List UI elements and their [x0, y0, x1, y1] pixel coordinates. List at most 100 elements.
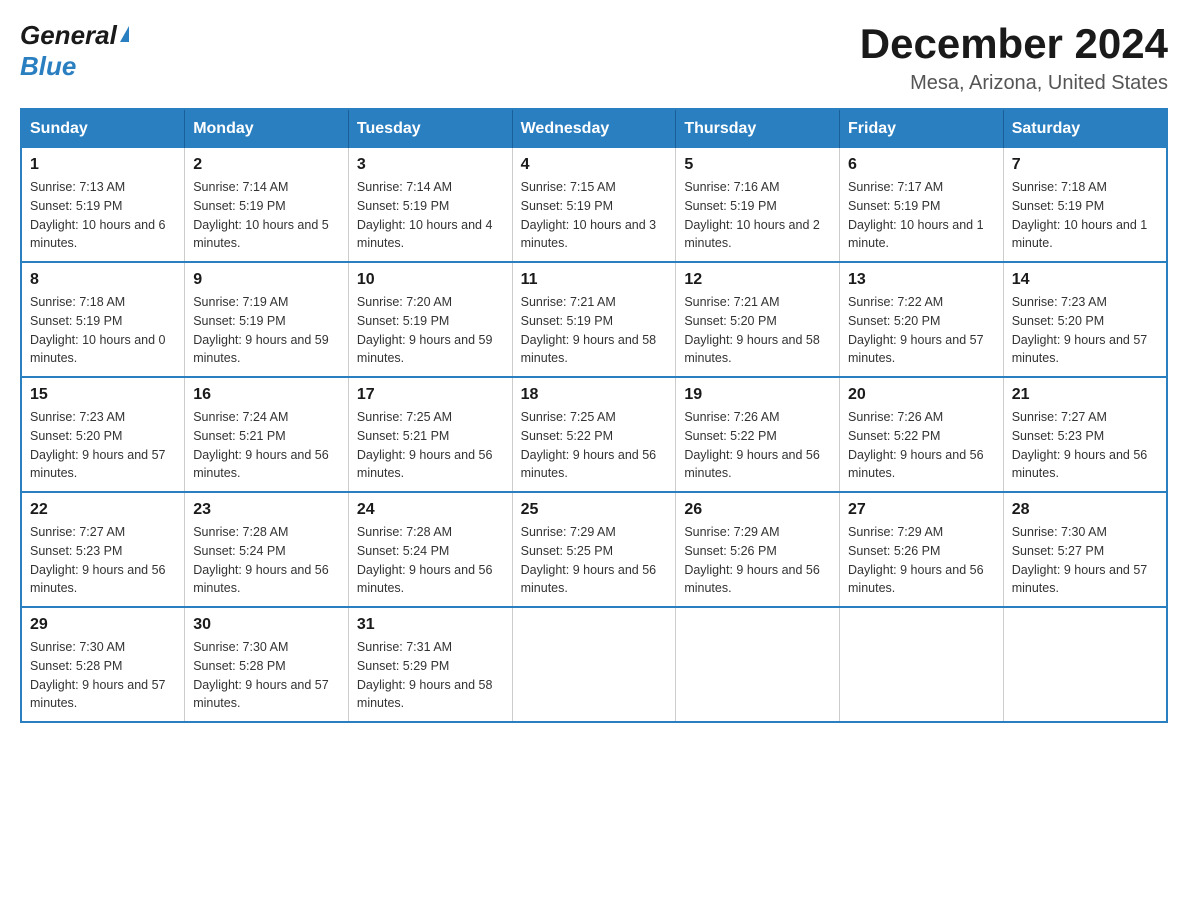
- day-info: Sunrise: 7:26 AMSunset: 5:22 PMDaylight:…: [684, 408, 831, 483]
- page-header: General Blue December 2024 Mesa, Arizona…: [20, 20, 1168, 98]
- day-number: 1: [30, 156, 176, 174]
- calendar-title-area: December 2024 Mesa, Arizona, United Stat…: [860, 20, 1168, 95]
- calendar-week-row: 29Sunrise: 7:30 AMSunset: 5:28 PMDayligh…: [21, 607, 1167, 722]
- column-header-friday: Friday: [840, 109, 1004, 148]
- column-header-thursday: Thursday: [676, 109, 840, 148]
- calendar-day-cell: [840, 607, 1004, 722]
- day-number: 11: [521, 271, 668, 289]
- day-number: 28: [1012, 501, 1158, 519]
- column-header-monday: Monday: [185, 109, 349, 148]
- column-header-sunday: Sunday: [21, 109, 185, 148]
- calendar-day-cell: [676, 607, 840, 722]
- day-number: 21: [1012, 386, 1158, 404]
- calendar-day-cell: 16 Sunrise: 7:24 AMSunset: 5:21 PMDayligh…: [185, 377, 349, 492]
- calendar-day-cell: 18 Sunrise: 7:25 AMSunset: 5:22 PMDayligh…: [512, 377, 676, 492]
- day-number: 16: [193, 386, 340, 404]
- calendar-day-cell: 1 Sunrise: 7:13 AMSunset: 5:19 PMDaylight…: [21, 148, 185, 262]
- day-number: 18: [521, 386, 668, 404]
- calendar-day-cell: 13Sunrise: 7:22 AMSunset: 5:20 PMDayligh…: [840, 262, 1004, 377]
- day-info: Sunrise: 7:31 AMSunset: 5:29 PMDaylight:…: [357, 638, 504, 713]
- calendar-week-row: 15 Sunrise: 7:23 AMSunset: 5:20 PMDayligh…: [21, 377, 1167, 492]
- day-info: Sunrise: 7:23 AMSunset: 5:20 PMDaylight:…: [1012, 293, 1158, 368]
- day-number: 20: [848, 386, 995, 404]
- day-info: Sunrise: 7:28 AMSunset: 5:24 PMDaylight:…: [193, 523, 340, 598]
- calendar-day-cell: 22 Sunrise: 7:27 AMSunset: 5:23 PMDayligh…: [21, 492, 185, 607]
- day-number: 3: [357, 156, 504, 174]
- day-info: Sunrise: 7:30 AMSunset: 5:27 PMDaylight:…: [1012, 523, 1158, 598]
- logo-general-text: General: [20, 20, 117, 51]
- calendar-day-cell: 23 Sunrise: 7:28 AMSunset: 5:24 PMDayligh…: [185, 492, 349, 607]
- logo-blue-text: Blue: [20, 51, 76, 81]
- calendar-day-cell: 24 Sunrise: 7:28 AMSunset: 5:24 PMDayligh…: [348, 492, 512, 607]
- day-number: 23: [193, 501, 340, 519]
- day-number: 2: [193, 156, 340, 174]
- calendar-day-cell: 26 Sunrise: 7:29 AMSunset: 5:26 PMDayligh…: [676, 492, 840, 607]
- day-number: 7: [1012, 156, 1158, 174]
- day-info: Sunrise: 7:29 AMSunset: 5:26 PMDaylight:…: [848, 523, 995, 598]
- calendar-day-cell: 4 Sunrise: 7:15 AMSunset: 5:19 PMDaylight…: [512, 148, 676, 262]
- day-info: Sunrise: 7:30 AMSunset: 5:28 PMDaylight:…: [30, 638, 176, 713]
- calendar-day-cell: 19 Sunrise: 7:26 AMSunset: 5:22 PMDayligh…: [676, 377, 840, 492]
- calendar-title: December 2024: [860, 20, 1168, 68]
- day-info: Sunrise: 7:27 AMSunset: 5:23 PMDaylight:…: [30, 523, 176, 598]
- day-info: Sunrise: 7:14 AMSunset: 5:19 PMDaylight:…: [193, 178, 340, 253]
- day-number: 22: [30, 501, 176, 519]
- day-info: Sunrise: 7:28 AMSunset: 5:24 PMDaylight:…: [357, 523, 504, 598]
- day-info: Sunrise: 7:18 AMSunset: 5:19 PMDaylight:…: [1012, 178, 1158, 253]
- day-info: Sunrise: 7:13 AMSunset: 5:19 PMDaylight:…: [30, 178, 176, 253]
- day-info: Sunrise: 7:24 AMSunset: 5:21 PMDaylight:…: [193, 408, 340, 483]
- day-info: Sunrise: 7:25 AMSunset: 5:21 PMDaylight:…: [357, 408, 504, 483]
- calendar-day-cell: 12 Sunrise: 7:21 AMSunset: 5:20 PMDayligh…: [676, 262, 840, 377]
- day-number: 30: [193, 616, 340, 634]
- day-info: Sunrise: 7:22 AMSunset: 5:20 PMDaylight:…: [848, 293, 995, 368]
- day-number: 15: [30, 386, 176, 404]
- day-info: Sunrise: 7:21 AMSunset: 5:20 PMDaylight:…: [684, 293, 831, 368]
- calendar-day-cell: 20 Sunrise: 7:26 AMSunset: 5:22 PMDayligh…: [840, 377, 1004, 492]
- day-info: Sunrise: 7:19 AMSunset: 5:19 PMDaylight:…: [193, 293, 340, 368]
- calendar-day-cell: 8Sunrise: 7:18 AMSunset: 5:19 PMDaylight…: [21, 262, 185, 377]
- day-number: 12: [684, 271, 831, 289]
- day-info: Sunrise: 7:25 AMSunset: 5:22 PMDaylight:…: [521, 408, 668, 483]
- day-info: Sunrise: 7:21 AMSunset: 5:19 PMDaylight:…: [521, 293, 668, 368]
- day-number: 25: [521, 501, 668, 519]
- calendar-day-cell: 31Sunrise: 7:31 AMSunset: 5:29 PMDayligh…: [348, 607, 512, 722]
- calendar-week-row: 8Sunrise: 7:18 AMSunset: 5:19 PMDaylight…: [21, 262, 1167, 377]
- day-number: 10: [357, 271, 504, 289]
- calendar-day-cell: [512, 607, 676, 722]
- day-info: Sunrise: 7:15 AMSunset: 5:19 PMDaylight:…: [521, 178, 668, 253]
- day-number: 4: [521, 156, 668, 174]
- day-number: 24: [357, 501, 504, 519]
- column-header-tuesday: Tuesday: [348, 109, 512, 148]
- calendar-subtitle: Mesa, Arizona, United States: [860, 72, 1168, 95]
- day-info: Sunrise: 7:20 AMSunset: 5:19 PMDaylight:…: [357, 293, 504, 368]
- calendar-day-cell: 28 Sunrise: 7:30 AMSunset: 5:27 PMDayligh…: [1003, 492, 1167, 607]
- calendar-day-cell: 3 Sunrise: 7:14 AMSunset: 5:19 PMDaylight…: [348, 148, 512, 262]
- day-info: Sunrise: 7:29 AMSunset: 5:26 PMDaylight:…: [684, 523, 831, 598]
- calendar-day-cell: 21 Sunrise: 7:27 AMSunset: 5:23 PMDayligh…: [1003, 377, 1167, 492]
- day-info: Sunrise: 7:16 AMSunset: 5:19 PMDaylight:…: [684, 178, 831, 253]
- day-number: 14: [1012, 271, 1158, 289]
- day-number: 19: [684, 386, 831, 404]
- day-number: 9: [193, 271, 340, 289]
- logo: General Blue: [20, 20, 129, 82]
- day-info: Sunrise: 7:26 AMSunset: 5:22 PMDaylight:…: [848, 408, 995, 483]
- calendar-day-cell: 25 Sunrise: 7:29 AMSunset: 5:25 PMDayligh…: [512, 492, 676, 607]
- day-info: Sunrise: 7:29 AMSunset: 5:25 PMDaylight:…: [521, 523, 668, 598]
- calendar-day-cell: 17 Sunrise: 7:25 AMSunset: 5:21 PMDayligh…: [348, 377, 512, 492]
- day-number: 17: [357, 386, 504, 404]
- day-info: Sunrise: 7:14 AMSunset: 5:19 PMDaylight:…: [357, 178, 504, 253]
- day-info: Sunrise: 7:27 AMSunset: 5:23 PMDaylight:…: [1012, 408, 1158, 483]
- day-info: Sunrise: 7:23 AMSunset: 5:20 PMDaylight:…: [30, 408, 176, 483]
- calendar-day-cell: 7 Sunrise: 7:18 AMSunset: 5:19 PMDaylight…: [1003, 148, 1167, 262]
- calendar-header-row: SundayMondayTuesdayWednesdayThursdayFrid…: [21, 109, 1167, 148]
- calendar-day-cell: 29Sunrise: 7:30 AMSunset: 5:28 PMDayligh…: [21, 607, 185, 722]
- day-number: 26: [684, 501, 831, 519]
- calendar-day-cell: 11 Sunrise: 7:21 AMSunset: 5:19 PMDayligh…: [512, 262, 676, 377]
- calendar-day-cell: 2 Sunrise: 7:14 AMSunset: 5:19 PMDaylight…: [185, 148, 349, 262]
- day-info: Sunrise: 7:18 AMSunset: 5:19 PMDaylight:…: [30, 293, 176, 368]
- calendar-day-cell: 10 Sunrise: 7:20 AMSunset: 5:19 PMDayligh…: [348, 262, 512, 377]
- day-info: Sunrise: 7:17 AMSunset: 5:19 PMDaylight:…: [848, 178, 995, 253]
- day-number: 27: [848, 501, 995, 519]
- calendar-day-cell: 30Sunrise: 7:30 AMSunset: 5:28 PMDayligh…: [185, 607, 349, 722]
- column-header-saturday: Saturday: [1003, 109, 1167, 148]
